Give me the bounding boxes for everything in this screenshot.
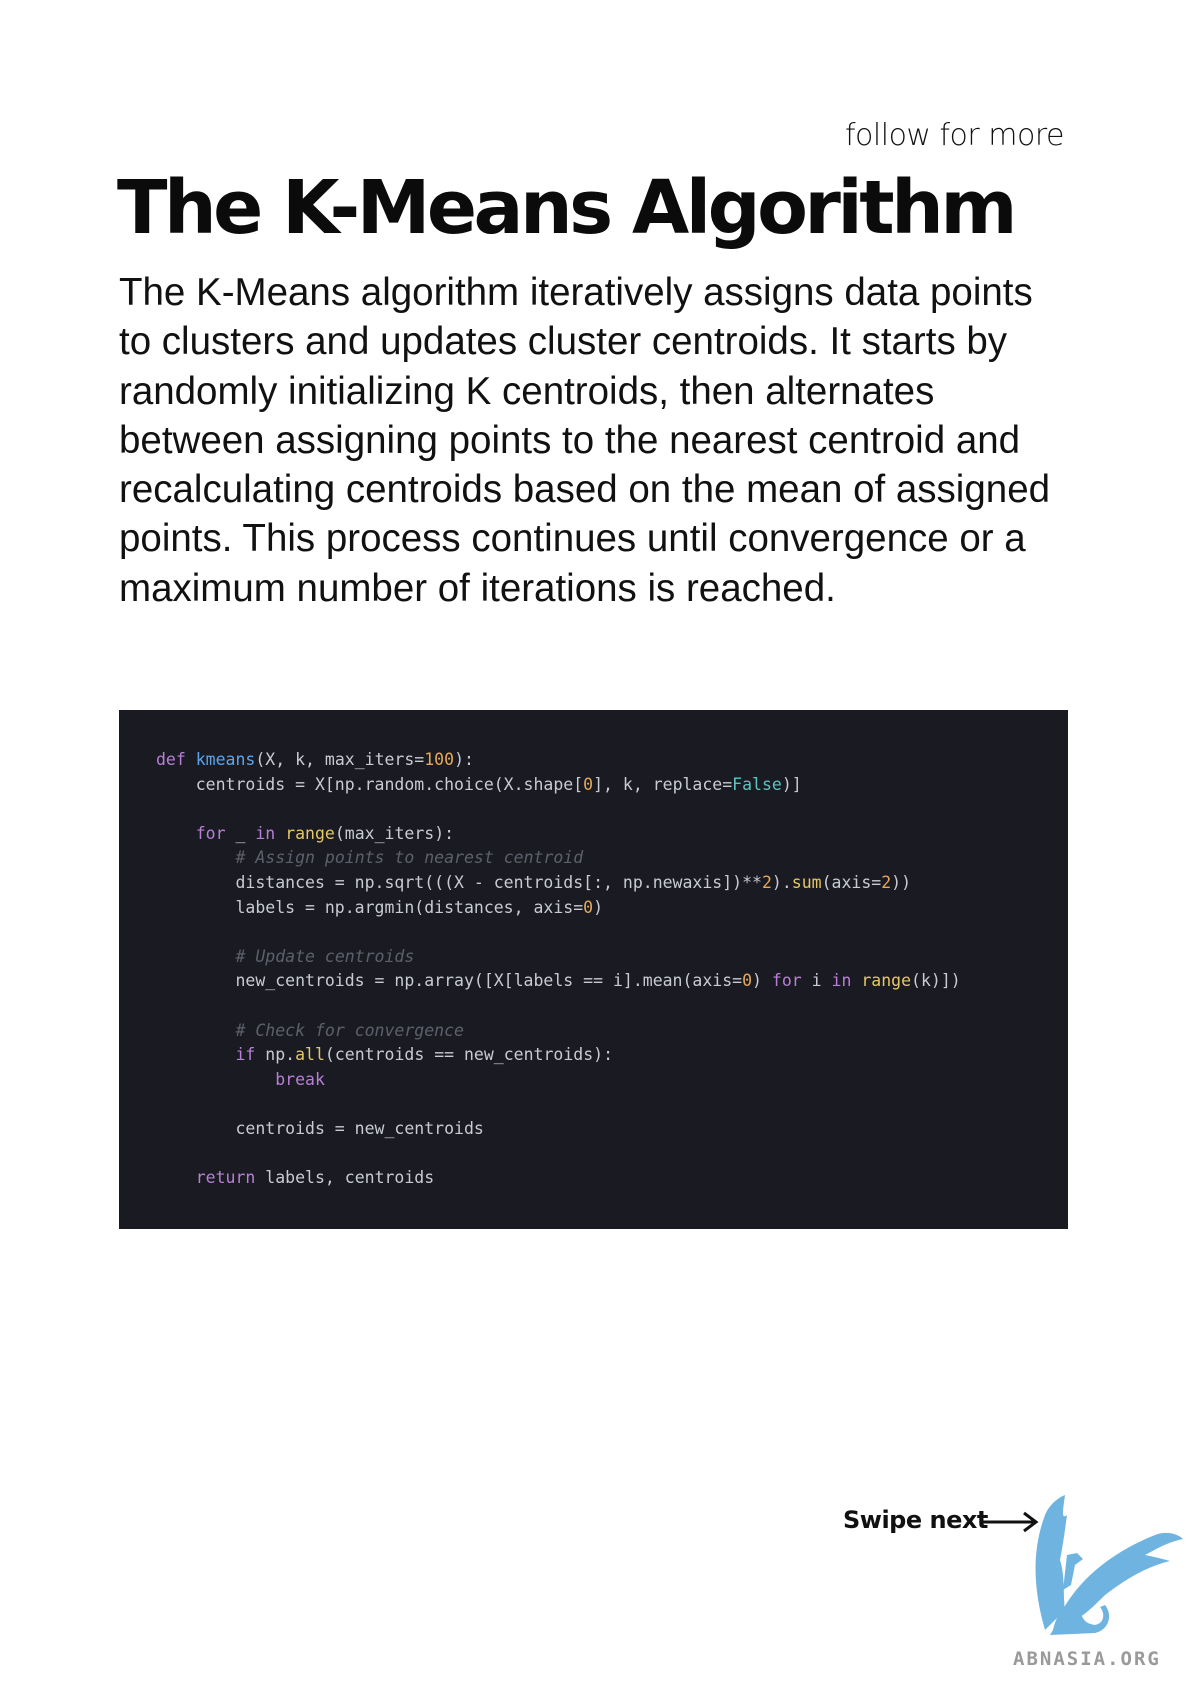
code-token: return — [195, 1168, 256, 1188]
code-token: ). — [771, 872, 792, 892]
code-token: 100 — [424, 750, 455, 769]
watermark: ABNASIA.ORG — [1013, 1648, 1161, 1670]
code-line: def kmeans(X, k, max_iters=100): — [156, 748, 1068, 773]
code-token: centroids = new_centroids — [156, 1118, 484, 1138]
description-paragraph: The K-Means algorithm iteratively assign… — [119, 271, 1051, 610]
code-line: # Check for convergence — [156, 1019, 1068, 1044]
code-token: (axis= — [821, 872, 882, 892]
code-line: labels = np.argmin(distances, axis=0) — [156, 896, 1068, 921]
code-line: return labels, centroids — [156, 1166, 1068, 1191]
code-token: def — [156, 750, 186, 769]
code-token: )] — [781, 774, 802, 794]
code-token: 2 — [761, 872, 772, 892]
griffin-logo-icon — [1035, 1495, 1183, 1635]
code-token: 0 — [583, 897, 594, 917]
code-token: False — [732, 774, 782, 794]
code-token: (max_iters): — [334, 823, 455, 843]
code-content: def kmeans(X, k, max_iters=100): centroi… — [156, 748, 1068, 1191]
code-token: labels = np.argmin(distances, axis= — [156, 897, 584, 917]
code-block: def kmeans(X, k, max_iters=100): centroi… — [119, 710, 1068, 1229]
code-line: centroids = new_centroids — [156, 1117, 1068, 1142]
code-line: # Update centroids — [156, 945, 1068, 970]
code-token: np. — [255, 1045, 296, 1065]
code-token: centroids = X[np.random.choice(X.shape[ — [156, 774, 584, 794]
page-title: The K-Means Algorithm — [117, 165, 1017, 251]
code-token: ) — [593, 897, 604, 917]
code-token: range — [861, 971, 912, 991]
code-token: 0 — [742, 971, 753, 991]
code-token: _ — [225, 823, 256, 843]
swipe-next-label: Swipe next — [843, 1506, 988, 1534]
code-line: distances = np.sqrt(((X - centroids[:, n… — [156, 871, 1068, 896]
code-token: i — [801, 971, 832, 991]
code-token: ) — [752, 971, 772, 991]
code-token: 0 — [583, 774, 594, 794]
code-token: for — [195, 823, 226, 843]
code-token: new_centroids = np.array([X[labels == i]… — [156, 971, 743, 991]
code-token: # Check for convergence — [235, 1020, 464, 1040]
code-token: break — [275, 1069, 325, 1089]
code-token: (X, k, max_iters= — [255, 750, 425, 769]
code-token: )) — [891, 872, 912, 892]
code-token: (k)]) — [911, 971, 961, 991]
code-token: # Assign points to nearest centroid — [235, 848, 584, 868]
code-token: for — [771, 971, 802, 991]
code-token: (centroids == new_centroids): — [324, 1045, 614, 1065]
code-token: range — [285, 823, 335, 843]
code-token: 2 — [881, 872, 892, 892]
code-token: ], k, replace= — [593, 774, 733, 794]
code-token: in — [831, 971, 852, 991]
code-line: for _ in range(max_iters): — [156, 822, 1068, 847]
code-token: # Update centroids — [235, 946, 415, 966]
code-token: sum — [791, 872, 822, 892]
code-token: distances = np.sqrt(((X - centroids[:, n… — [156, 872, 762, 892]
code-line: break — [156, 1068, 1068, 1093]
code-token: kmeans — [195, 750, 256, 769]
code-token: if — [235, 1045, 256, 1065]
code-token: ): — [454, 750, 474, 769]
code-line: # Assign points to nearest centroid — [156, 846, 1068, 871]
code-line: centroids = X[np.random.choice(X.shape[0… — [156, 773, 1068, 798]
code-line: if np.all(centroids == new_centroids): — [156, 1043, 1068, 1068]
code-token: all — [295, 1045, 325, 1065]
code-line: new_centroids = np.array([X[labels == i]… — [156, 969, 1068, 994]
code-token: in — [255, 823, 276, 843]
code-token: labels, centroids — [255, 1168, 435, 1188]
follow-for-more-label: follow for more — [844, 118, 1065, 153]
